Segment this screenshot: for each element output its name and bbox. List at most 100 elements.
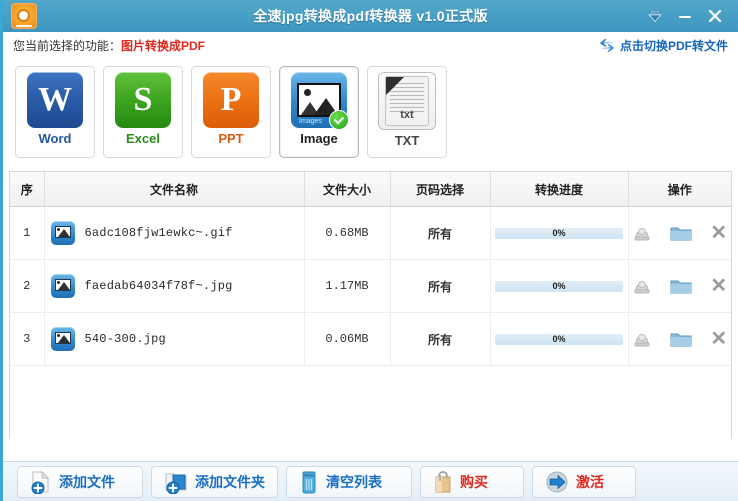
open-folder-icon	[670, 280, 692, 293]
column-header-actions[interactable]: 操作	[628, 172, 731, 207]
format-selector: W Word S Excel P PPT Images Image txt TX…	[3, 60, 738, 166]
table-header-row: 序 文件名称 文件大小 页码选择 转换进度 操作	[10, 172, 731, 207]
clear-list-button[interactable]: 清空列表	[286, 465, 412, 498]
preview-button[interactable]	[632, 330, 652, 348]
row-page-selection[interactable]: 所有	[390, 259, 491, 313]
progress-label: 0%	[552, 280, 566, 291]
window-controls	[642, 4, 738, 28]
image-icon: Images	[291, 72, 349, 130]
preview-icon	[634, 334, 650, 347]
row-index: 2	[10, 259, 45, 313]
open-folder-button[interactable]	[670, 331, 692, 348]
row-page-selection[interactable]: 所有	[390, 312, 491, 366]
title-bar: 全速jpg转换成pdf转换器 v1.0正式版	[3, 0, 738, 32]
format-button-txt[interactable]: txt TXT	[367, 66, 447, 158]
activate-icon	[546, 471, 568, 492]
format-button-ppt[interactable]: P PPT	[191, 66, 271, 158]
add-file-button[interactable]: 添加文件	[17, 465, 143, 498]
format-button-word[interactable]: W Word	[15, 66, 95, 158]
format-label-image: Image	[300, 131, 338, 146]
progress-label: 0%	[552, 227, 566, 238]
format-label-txt: TXT	[394, 133, 420, 148]
activate-label: 激活	[576, 475, 604, 491]
row-filesize: 0.68MB	[304, 206, 391, 260]
progress-label: 0%	[552, 333, 566, 344]
preview-button[interactable]	[632, 224, 652, 242]
row-filesize: 1.17MB	[304, 259, 391, 313]
row-progress-cell: 0%	[490, 312, 629, 366]
excel-glyph: S	[133, 81, 153, 118]
column-header-index[interactable]: 序	[10, 172, 45, 207]
app-logo-icon	[11, 3, 37, 29]
ppt-glyph: P	[220, 81, 242, 118]
switch-mode-link[interactable]: 点击切换PDF转文件	[598, 37, 728, 54]
application-window: 全速jpg转换成pdf转换器 v1.0正式版 您当前选择的功能： 图片转换成PD…	[0, 0, 738, 501]
row-page-selection[interactable]: 所有	[390, 206, 491, 260]
column-header-progress[interactable]: 转换进度	[490, 172, 629, 207]
remove-button[interactable]: ✕	[710, 329, 727, 349]
row-filesize: 0.06MB	[304, 312, 391, 366]
word-icon: W	[27, 72, 83, 128]
word-glyph: W	[38, 81, 72, 118]
progress-bar: 0%	[495, 280, 623, 292]
add-file-icon	[31, 470, 50, 494]
ppt-icon: P	[203, 72, 259, 128]
minimize-button[interactable]	[672, 4, 698, 28]
progress-bar: 0%	[495, 227, 623, 239]
format-label-word: Word	[38, 131, 72, 146]
clear-list-label: 清空列表	[326, 475, 382, 491]
row-index: 3	[10, 312, 45, 366]
row-filename: 540-300.jpg	[84, 332, 166, 346]
format-button-excel[interactable]: S Excel	[103, 66, 183, 158]
open-folder-button[interactable]	[670, 278, 692, 295]
close-button[interactable]	[702, 4, 728, 28]
preview-button[interactable]	[632, 277, 652, 295]
buy-button[interactable]: 购买	[420, 465, 524, 498]
open-folder-button[interactable]	[670, 225, 692, 242]
activate-button[interactable]: 激活	[532, 465, 636, 498]
add-folder-button[interactable]: 添加文件夹	[151, 465, 278, 498]
row-progress-cell: 0%	[490, 259, 629, 313]
image-file-icon	[50, 221, 75, 245]
bottom-toolbar: 添加文件 添加文件夹 清空列表 购买 激活	[3, 461, 738, 501]
format-label-ppt: PPT	[218, 131, 244, 146]
row-actions-cell: ✕	[628, 259, 731, 313]
row-filename: faedab64034f78f~.jpg	[84, 279, 233, 293]
window-title: 全速jpg转换成pdf转换器 v1.0正式版	[253, 8, 488, 24]
file-list-panel: 序 文件名称 文件大小 页码选择 转换进度 操作 1 6adc108fjw1ew…	[9, 171, 732, 439]
document-glyph: txt	[385, 76, 429, 126]
column-header-filename[interactable]: 文件名称	[44, 172, 305, 207]
txt-icon: txt	[378, 72, 436, 130]
minimize-to-tray-button[interactable]	[642, 4, 668, 28]
add-folder-icon	[165, 473, 187, 494]
preview-icon	[634, 228, 650, 241]
remove-button[interactable]: ✕	[710, 276, 727, 296]
row-actions-cell: ✕	[628, 206, 731, 260]
trash-icon	[302, 471, 316, 493]
remove-button[interactable]: ✕	[710, 223, 727, 243]
buy-label: 购买	[460, 475, 488, 491]
table-row[interactable]: 3 540-300.jpg 0.06MB 所有 0% ✕	[10, 312, 731, 366]
switch-mode-label: 点击切换PDF转文件	[619, 39, 728, 53]
txt-icon-sublabel: txt	[400, 109, 414, 121]
preview-icon	[634, 281, 650, 294]
current-function-bar: 您当前选择的功能： 图片转换成PDF 点击切换PDF转文件	[3, 32, 738, 60]
column-header-pages[interactable]: 页码选择	[390, 172, 491, 207]
column-header-filesize[interactable]: 文件大小	[304, 172, 391, 207]
open-folder-icon	[670, 227, 692, 240]
bag-icon	[435, 470, 451, 492]
format-label-excel: Excel	[126, 131, 160, 146]
image-icon-sublabel: Images	[299, 118, 322, 125]
table-row[interactable]: 1 6adc108fjw1ewkc~.gif 0.68MB 所有 0% ✕	[10, 206, 731, 260]
format-button-image[interactable]: Images Image	[279, 66, 359, 158]
table-row[interactable]: 2 faedab64034f78f~.jpg 1.17MB 所有 0% ✕	[10, 259, 731, 313]
row-index: 1	[10, 206, 45, 260]
file-list-table: 序 文件名称 文件大小 页码选择 转换进度 操作 1 6adc108fjw1ew…	[10, 172, 731, 366]
image-file-icon	[50, 327, 75, 351]
image-file-icon	[50, 274, 75, 298]
row-actions-cell: ✕	[628, 312, 731, 366]
row-filename: 6adc108fjw1ewkc~.gif	[84, 226, 233, 240]
open-folder-icon	[670, 333, 692, 346]
current-function-label: 您当前选择的功能：	[13, 39, 122, 53]
row-filename-cell: 6adc108fjw1ewkc~.gif	[44, 206, 305, 260]
